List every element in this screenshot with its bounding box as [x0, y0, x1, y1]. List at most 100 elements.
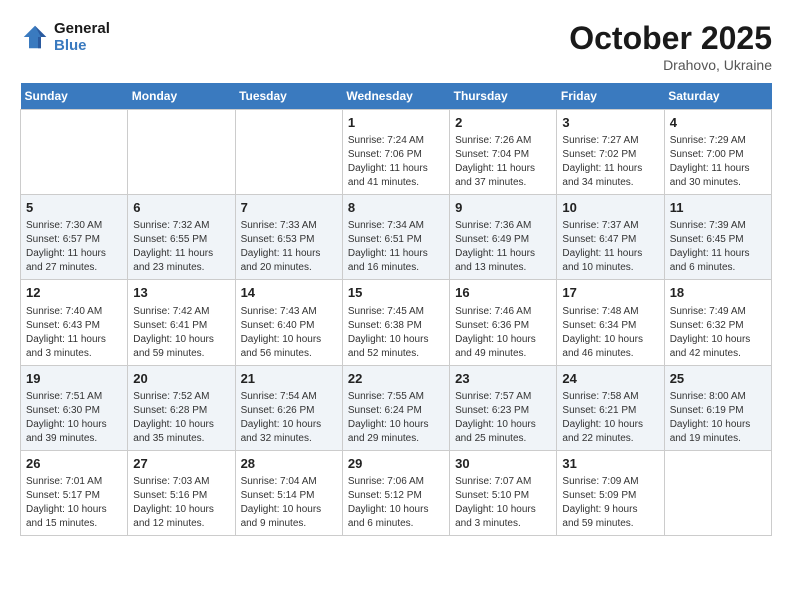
- day-number: 13: [133, 284, 229, 302]
- day-number: 4: [670, 114, 766, 132]
- day-number: 23: [455, 370, 551, 388]
- day-info: Sunrise: 7:03 AM Sunset: 5:16 PM Dayligh…: [133, 475, 229, 531]
- calendar-cell: 29Sunrise: 7:06 AM Sunset: 5:12 PM Dayli…: [342, 450, 449, 535]
- day-info: Sunrise: 7:01 AM Sunset: 5:17 PM Dayligh…: [26, 475, 122, 531]
- logo-text: General Blue: [54, 20, 110, 54]
- calendar-cell: 27 Sunrise: 7:03 AM Sunset: 5:16 PM Dayli…: [128, 450, 235, 535]
- calendar-cell: 18 Sunrise: 7:49 AM Sunset: 6:32 PM Dayli…: [664, 280, 771, 365]
- day-number: 7: [241, 199, 337, 217]
- day-info: Sunrise: 7:04 AM Sunset: 5:14 PM Dayligh…: [241, 475, 337, 531]
- day-info: Sunrise: 7:07 AM Sunset: 5:10 PM Dayligh…: [455, 475, 551, 531]
- day-number: 2: [455, 114, 551, 132]
- day-number: 24: [562, 370, 658, 388]
- day-info: Sunrise: 7:46 AM Sunset: 6:36 PM Dayligh…: [455, 305, 551, 361]
- calendar-cell: [128, 110, 235, 195]
- day-info: Sunrise: 7:55 AM Sunset: 6:24 PM Dayligh…: [348, 390, 444, 446]
- calendar-cell: 15 Sunrise: 7:45 AM Sunset: 6:38 PM Dayli…: [342, 280, 449, 365]
- day-number: 1: [348, 114, 444, 132]
- day-info: Sunrise: 7:27 AM Sunset: 7:02 PM Dayligh…: [562, 134, 658, 190]
- calendar-cell: [235, 110, 342, 195]
- calendar-cell: 31Sunrise: 7:09 AM Sunset: 5:09 PM Dayli…: [557, 450, 664, 535]
- day-number: 6: [133, 199, 229, 217]
- day-info: Sunrise: 7:37 AM Sunset: 6:47 PM Dayligh…: [562, 219, 658, 275]
- day-number: 27: [133, 455, 229, 473]
- day-info: Sunrise: 7:24 AM Sunset: 7:06 PM Dayligh…: [348, 134, 444, 190]
- day-info: Sunrise: 7:26 AM Sunset: 7:04 PM Dayligh…: [455, 134, 551, 190]
- day-number: 22: [348, 370, 444, 388]
- day-number: 25: [670, 370, 766, 388]
- logo-icon: [20, 22, 50, 52]
- day-info: Sunrise: 8:00 AM Sunset: 6:19 PM Dayligh…: [670, 390, 766, 446]
- day-info: Sunrise: 7:45 AM Sunset: 6:38 PM Dayligh…: [348, 305, 444, 361]
- day-number: 11: [670, 199, 766, 217]
- day-info: Sunrise: 7:33 AM Sunset: 6:53 PM Dayligh…: [241, 219, 337, 275]
- calendar-cell: 22 Sunrise: 7:55 AM Sunset: 6:24 PM Dayli…: [342, 365, 449, 450]
- weekday-header-sunday: Sunday: [21, 83, 128, 110]
- day-number: 12: [26, 284, 122, 302]
- day-info: Sunrise: 7:52 AM Sunset: 6:28 PM Dayligh…: [133, 390, 229, 446]
- day-info: Sunrise: 7:09 AM Sunset: 5:09 PM Dayligh…: [562, 475, 658, 531]
- calendar-cell: 8 Sunrise: 7:34 AM Sunset: 6:51 PM Daylig…: [342, 195, 449, 280]
- weekday-header-wednesday: Wednesday: [342, 83, 449, 110]
- calendar-cell: 3 Sunrise: 7:27 AM Sunset: 7:02 PM Daylig…: [557, 110, 664, 195]
- day-number: 17: [562, 284, 658, 302]
- day-number: 21: [241, 370, 337, 388]
- weekday-header-friday: Friday: [557, 83, 664, 110]
- day-number: 9: [455, 199, 551, 217]
- day-number: 18: [670, 284, 766, 302]
- day-info: Sunrise: 7:29 AM Sunset: 7:00 PM Dayligh…: [670, 134, 766, 190]
- page-header: General Blue October 2025 Drahovo, Ukrai…: [20, 20, 772, 73]
- calendar-cell: 25 Sunrise: 8:00 AM Sunset: 6:19 PM Dayli…: [664, 365, 771, 450]
- calendar-week-row: 26 Sunrise: 7:01 AM Sunset: 5:17 PM Dayli…: [21, 450, 772, 535]
- day-info: Sunrise: 7:30 AM Sunset: 6:57 PM Dayligh…: [26, 219, 122, 275]
- calendar-cell: 23 Sunrise: 7:57 AM Sunset: 6:23 PM Dayli…: [450, 365, 557, 450]
- day-info: Sunrise: 7:43 AM Sunset: 6:40 PM Dayligh…: [241, 305, 337, 361]
- title-block: October 2025 Drahovo, Ukraine: [569, 20, 772, 73]
- day-info: Sunrise: 7:57 AM Sunset: 6:23 PM Dayligh…: [455, 390, 551, 446]
- day-info: Sunrise: 7:49 AM Sunset: 6:32 PM Dayligh…: [670, 305, 766, 361]
- calendar-cell: 20Sunrise: 7:52 AM Sunset: 6:28 PM Dayli…: [128, 365, 235, 450]
- day-number: 15: [348, 284, 444, 302]
- calendar-cell: 5 Sunrise: 7:30 AM Sunset: 6:57 PM Daylig…: [21, 195, 128, 280]
- calendar-cell: 12Sunrise: 7:40 AM Sunset: 6:43 PM Dayli…: [21, 280, 128, 365]
- calendar-cell: 14Sunrise: 7:43 AM Sunset: 6:40 PM Dayli…: [235, 280, 342, 365]
- weekday-header-saturday: Saturday: [664, 83, 771, 110]
- calendar-header-row: SundayMondayTuesdayWednesdayThursdayFrid…: [21, 83, 772, 110]
- calendar-cell: 28Sunrise: 7:04 AM Sunset: 5:14 PM Dayli…: [235, 450, 342, 535]
- day-info: Sunrise: 7:58 AM Sunset: 6:21 PM Dayligh…: [562, 390, 658, 446]
- calendar-week-row: 19Sunrise: 7:51 AM Sunset: 6:30 PM Dayli…: [21, 365, 772, 450]
- calendar-cell: 30 Sunrise: 7:07 AM Sunset: 5:10 PM Dayli…: [450, 450, 557, 535]
- weekday-header-monday: Monday: [128, 83, 235, 110]
- calendar-cell: 9 Sunrise: 7:36 AM Sunset: 6:49 PM Daylig…: [450, 195, 557, 280]
- day-number: 30: [455, 455, 551, 473]
- day-info: Sunrise: 7:34 AM Sunset: 6:51 PM Dayligh…: [348, 219, 444, 275]
- calendar-cell: 13 Sunrise: 7:42 AM Sunset: 6:41 PM Dayli…: [128, 280, 235, 365]
- calendar-cell: 6Sunrise: 7:32 AM Sunset: 6:55 PM Daylig…: [128, 195, 235, 280]
- calendar-cell: 24 Sunrise: 7:58 AM Sunset: 6:21 PM Dayli…: [557, 365, 664, 450]
- calendar-cell: 2 Sunrise: 7:26 AM Sunset: 7:04 PM Daylig…: [450, 110, 557, 195]
- calendar-cell: 21 Sunrise: 7:54 AM Sunset: 6:26 PM Dayli…: [235, 365, 342, 450]
- day-info: Sunrise: 7:48 AM Sunset: 6:34 PM Dayligh…: [562, 305, 658, 361]
- calendar-cell: 11Sunrise: 7:39 AM Sunset: 6:45 PM Dayli…: [664, 195, 771, 280]
- day-info: Sunrise: 7:54 AM Sunset: 6:26 PM Dayligh…: [241, 390, 337, 446]
- day-number: 16: [455, 284, 551, 302]
- calendar-table: SundayMondayTuesdayWednesdayThursdayFrid…: [20, 83, 772, 536]
- calendar-cell: 7 Sunrise: 7:33 AM Sunset: 6:53 PM Daylig…: [235, 195, 342, 280]
- month-title: October 2025: [569, 20, 772, 57]
- calendar-cell: [664, 450, 771, 535]
- day-number: 26: [26, 455, 122, 473]
- calendar-week-row: 5 Sunrise: 7:30 AM Sunset: 6:57 PM Daylig…: [21, 195, 772, 280]
- calendar-cell: 26 Sunrise: 7:01 AM Sunset: 5:17 PM Dayli…: [21, 450, 128, 535]
- day-info: Sunrise: 7:51 AM Sunset: 6:30 PM Dayligh…: [26, 390, 122, 446]
- day-info: Sunrise: 7:42 AM Sunset: 6:41 PM Dayligh…: [133, 305, 229, 361]
- day-number: 5: [26, 199, 122, 217]
- day-number: 8: [348, 199, 444, 217]
- calendar-cell: 19Sunrise: 7:51 AM Sunset: 6:30 PM Dayli…: [21, 365, 128, 450]
- day-number: 10: [562, 199, 658, 217]
- calendar-cell: 17 Sunrise: 7:48 AM Sunset: 6:34 PM Dayli…: [557, 280, 664, 365]
- logo: General Blue: [20, 20, 110, 54]
- day-number: 3: [562, 114, 658, 132]
- calendar-cell: [21, 110, 128, 195]
- calendar-cell: 4 Sunrise: 7:29 AM Sunset: 7:00 PM Daylig…: [664, 110, 771, 195]
- day-info: Sunrise: 7:36 AM Sunset: 6:49 PM Dayligh…: [455, 219, 551, 275]
